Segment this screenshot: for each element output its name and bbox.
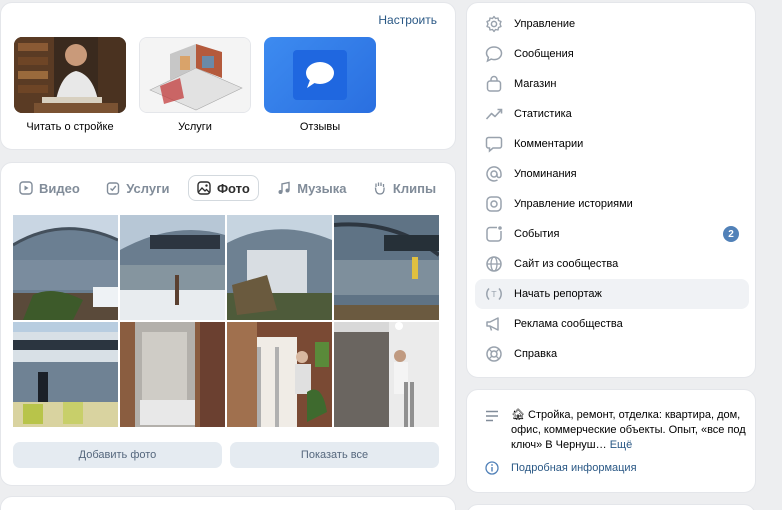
- text-lines-icon: [486, 410, 498, 422]
- menu-item-manage[interactable]: Управление: [475, 9, 749, 39]
- admin-menu: Управление Сообщения Магазин Статистика …: [466, 2, 756, 378]
- next-card: [0, 496, 456, 510]
- photo-thumb[interactable]: [120, 215, 225, 320]
- cover-label-read: Читать о стройке: [26, 121, 114, 133]
- menu-label: Комментарии: [514, 138, 584, 150]
- photo-thumb[interactable]: [334, 322, 439, 427]
- show-more-link[interactable]: Ещё: [610, 439, 633, 451]
- tab-photo-label: Фото: [216, 180, 250, 196]
- tab-music-label: Музыка: [297, 180, 347, 196]
- menu-item-stories[interactable]: Управление историями: [475, 189, 749, 219]
- tab-services[interactable]: Услуги: [98, 175, 177, 201]
- menu-label: Сайт из сообщества: [514, 258, 619, 270]
- menu-item-site[interactable]: Сайт из сообщества: [475, 249, 749, 279]
- events-icon: [486, 226, 502, 242]
- music-icon: [278, 181, 290, 194]
- photo-thumb[interactable]: [120, 322, 225, 427]
- cover-item-read[interactable]: Читать о стройке: [14, 37, 126, 133]
- clips-icon: [374, 182, 385, 195]
- megaphone-icon: [486, 317, 499, 331]
- photo-thumb[interactable]: [334, 215, 439, 320]
- menu-label: Справка: [514, 348, 558, 360]
- tab-clips[interactable]: Клипы: [365, 175, 444, 201]
- events-count-badge: 2: [723, 226, 739, 242]
- menu-label: Сообщения: [514, 48, 574, 60]
- menu-item-ads[interactable]: Реклама сообщества: [475, 309, 749, 339]
- cover-item-services[interactable]: Услуги: [139, 37, 251, 133]
- comments-icon: [485, 136, 503, 153]
- photo-thumb[interactable]: [13, 215, 118, 320]
- cover-label-reviews: Отзывы: [299, 121, 341, 133]
- svg-text:T: T: [491, 290, 497, 299]
- menu-item-help[interactable]: Справка: [475, 339, 749, 369]
- menu-item-events[interactable]: События 2: [475, 219, 749, 249]
- menu-label: Управление историями: [514, 198, 633, 210]
- message-icon: [485, 46, 503, 63]
- info-icon: [485, 461, 499, 475]
- menu-label: Статистика: [514, 108, 572, 120]
- menu-label: Реклама сообщества: [514, 318, 623, 330]
- photo-thumb[interactable]: [227, 215, 332, 320]
- menu-item-stats[interactable]: Статистика: [475, 99, 749, 129]
- photo-thumb[interactable]: [227, 322, 332, 427]
- menu-item-messages[interactable]: Сообщения: [475, 39, 749, 69]
- menu-label: События: [514, 228, 560, 240]
- photo-grid: [13, 215, 439, 427]
- services-icon: [107, 182, 120, 195]
- about-card: 🏚 Стройка, ремонт, отделка: квартира, до…: [466, 389, 756, 493]
- menu-label: Управление: [514, 18, 576, 30]
- tab-video[interactable]: Видео: [11, 175, 88, 201]
- globe-icon: [486, 256, 502, 272]
- tab-photo[interactable]: Фото: [187, 175, 259, 201]
- cover-thumb-reviews: [264, 37, 376, 113]
- add-photo-button[interactable]: Добавить фото: [13, 442, 222, 468]
- photo-thumb[interactable]: [13, 322, 118, 427]
- shop-bag-icon: [486, 75, 502, 92]
- stories-icon: [486, 196, 502, 212]
- menu-item-broadcast[interactable]: T Начать репортаж: [475, 279, 749, 309]
- tab-music[interactable]: Музыка: [269, 175, 354, 201]
- help-icon: [486, 346, 502, 362]
- tab-video-label: Видео: [39, 180, 80, 196]
- menu-item-shop[interactable]: Магазин: [475, 69, 749, 99]
- gear-icon: [486, 15, 502, 33]
- menu-item-comments[interactable]: Комментарии: [475, 129, 749, 159]
- cover-thumb-services: [139, 37, 251, 113]
- cover-label-services: Услуги: [178, 121, 212, 133]
- detailed-info-link[interactable]: Подробная информация: [511, 462, 637, 474]
- stats-icon: [485, 108, 503, 120]
- tab-clips-label: Клипы: [392, 180, 437, 196]
- video-icon: [19, 181, 33, 195]
- menu-item-mentions[interactable]: Упоминания: [475, 159, 749, 189]
- cover-thumb-read: [14, 37, 126, 113]
- photo-actions: Добавить фото Показать все: [13, 442, 439, 468]
- tab-services-label: Услуги: [126, 180, 170, 196]
- next-right-card: [466, 504, 756, 510]
- cover-item-reviews[interactable]: Отзывы: [264, 37, 376, 133]
- menu-label: Упоминания: [514, 168, 577, 180]
- photo-icon: [197, 181, 211, 195]
- at-icon: [486, 166, 502, 182]
- media-card: Видео Услуги Фото Музыка Клипы Ме: [0, 162, 456, 486]
- menu-label: Начать репортаж: [514, 288, 602, 300]
- configure-link[interactable]: Настроить: [378, 13, 437, 27]
- menu-label: Магазин: [514, 78, 557, 90]
- media-tabs: Видео Услуги Фото Музыка Клипы Ме: [11, 175, 455, 203]
- broadcast-icon: T: [486, 287, 502, 301]
- cover-card: Настроить Читать о стройке Услуги Отзывы: [0, 2, 456, 150]
- chat-bubble-icon: [306, 62, 334, 88]
- about-description: 🏚 Стройка, ремонт, отделка: квартира, до…: [511, 408, 747, 453]
- show-all-button[interactable]: Показать все: [230, 442, 439, 468]
